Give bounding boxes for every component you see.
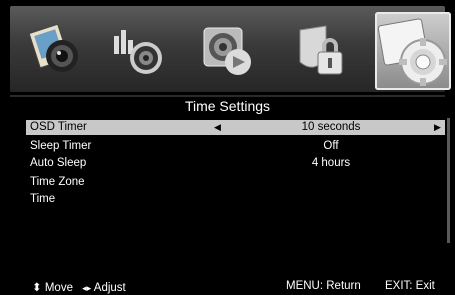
move-label: Move bbox=[44, 282, 73, 294]
header-divider bbox=[10, 95, 445, 97]
scrollbar[interactable] bbox=[447, 118, 450, 243]
menu-item-time[interactable]: Time bbox=[26, 192, 445, 207]
menu-return-hint: MENU: Return bbox=[286, 280, 361, 292]
settings-gear-icon[interactable] bbox=[375, 12, 451, 90]
menu-item-auto-sleep[interactable]: Auto Sleep 4 hours bbox=[26, 156, 445, 171]
menu-item-label: Sleep Timer bbox=[30, 140, 92, 152]
menu-item-label: Auto Sleep bbox=[30, 157, 87, 169]
menu-item-value: Off bbox=[323, 140, 339, 152]
lock-icon[interactable] bbox=[292, 22, 350, 80]
menu-item-sleep-timer[interactable]: Sleep Timer Off bbox=[26, 139, 445, 154]
channel-icon[interactable] bbox=[198, 22, 256, 80]
page-title: Time Settings bbox=[184, 98, 271, 114]
sound-icon[interactable] bbox=[108, 22, 166, 80]
menu-item-label: Time bbox=[30, 193, 56, 205]
menu-item-value: 4 hours bbox=[311, 157, 351, 169]
picture-icon[interactable] bbox=[28, 22, 86, 80]
exit-hint: EXIT: Exit bbox=[385, 280, 435, 292]
menu-item-time-zone[interactable]: Time Zone bbox=[26, 175, 445, 190]
adjust-icon: ◂▸ bbox=[82, 283, 92, 293]
menu-item-label: OSD Timer bbox=[30, 121, 87, 133]
menu-item-value: 10 seconds bbox=[301, 121, 361, 133]
menu-item-osd-timer[interactable]: OSD Timer ◀ 10 seconds ▶ bbox=[26, 120, 445, 135]
adjust-label: Adjust bbox=[93, 282, 126, 294]
footer-move-hint: ⬍ Move ◂▸ Adjust bbox=[32, 280, 126, 294]
arrow-left-icon[interactable]: ◀ bbox=[214, 120, 221, 135]
arrow-right-icon[interactable]: ▶ bbox=[434, 120, 441, 135]
move-icon: ⬍ bbox=[32, 282, 42, 294]
menu-item-label: Time Zone bbox=[30, 176, 85, 188]
category-tab-bar bbox=[10, 6, 451, 92]
